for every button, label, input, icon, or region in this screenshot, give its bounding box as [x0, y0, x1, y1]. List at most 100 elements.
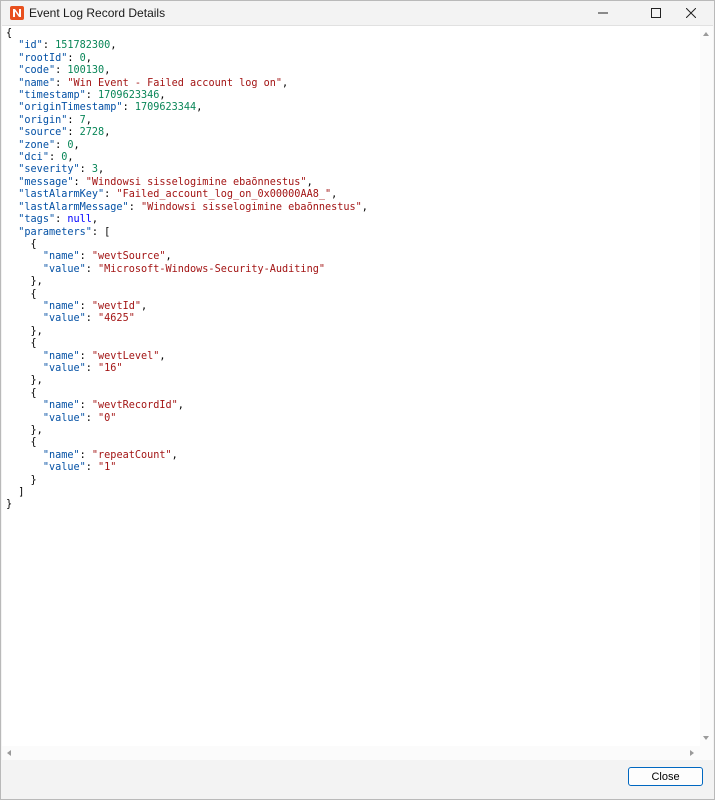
vertical-scrollbar[interactable] — [700, 26, 713, 746]
json-punctuation: , — [140, 300, 148, 312]
json-punctuation: : [ — [91, 226, 111, 238]
json-punctuation — [6, 53, 18, 64]
json-string-value: "Windowsi sisselogimine ebaõnnestus" — [140, 201, 362, 213]
json-punctuation: : — [85, 263, 99, 275]
json-key: "source" — [18, 127, 68, 139]
json-punctuation: , — [361, 201, 368, 213]
json-punctuation: , — [85, 114, 92, 126]
json-viewer[interactable]: { "id": 151782300, "rootId": 0, "code": … — [2, 25, 713, 760]
scroll-left-arrow-icon[interactable] — [7, 750, 11, 756]
json-punctuation: , — [67, 152, 74, 164]
json-punctuation — [6, 78, 18, 89]
title-bar[interactable]: Event Log Record Details — [1, 1, 714, 25]
json-punctuation — [6, 189, 18, 200]
json-punctuation — [6, 351, 43, 362]
json-punctuation: : — [79, 350, 92, 362]
scroll-up-arrow-icon[interactable] — [703, 32, 709, 36]
json-punctuation — [6, 227, 18, 238]
json-key: "severity" — [18, 164, 80, 176]
json-key: "originTimestamp" — [18, 102, 123, 114]
json-punctuation: }, — [6, 276, 43, 288]
json-punctuation: : — [85, 362, 99, 374]
dialog-footer: Close — [1, 761, 714, 799]
json-punctuation: , — [73, 139, 80, 151]
json-string-value: "wevtRecordId" — [91, 400, 178, 412]
json-key: "name" — [42, 300, 80, 312]
json-string-value: "Win Event - Failed account log on" — [67, 77, 283, 89]
json-punctuation: : — [122, 102, 135, 114]
json-punctuation: : — [79, 449, 92, 461]
json-number-value: 151782300 — [55, 40, 111, 52]
json-punctuation: : — [85, 313, 99, 325]
json-punctuation — [6, 202, 18, 213]
json-punctuation: { — [6, 28, 13, 39]
json-punctuation: : — [48, 152, 62, 164]
json-key: "value" — [42, 263, 86, 275]
json-key: "lastAlarmMessage" — [18, 201, 129, 213]
json-punctuation — [6, 140, 18, 151]
json-string-value: "1" — [98, 462, 117, 474]
json-punctuation: , — [85, 52, 92, 64]
json-punctuation: : — [85, 90, 99, 102]
json-key: "code" — [18, 65, 56, 77]
json-key: "value" — [42, 362, 86, 374]
horizontal-scrollbar[interactable] — [2, 746, 700, 760]
json-punctuation: { — [6, 338, 37, 350]
json-punctuation — [6, 264, 43, 275]
json-key: "name" — [42, 251, 80, 263]
json-key: "parameters" — [18, 226, 92, 238]
json-punctuation: , — [196, 102, 203, 114]
json-punctuation — [6, 251, 43, 262]
scroll-right-arrow-icon[interactable] — [690, 750, 694, 756]
json-punctuation: : — [79, 300, 92, 312]
scrollbar-corner — [700, 746, 713, 760]
json-punctuation: : — [104, 189, 117, 201]
json-string-value: "16" — [98, 362, 123, 374]
close-button[interactable]: Close — [628, 767, 703, 786]
json-string-value: "repeatCount" — [91, 449, 172, 461]
json-punctuation: , — [171, 449, 178, 461]
maximize-icon — [651, 8, 661, 18]
json-key: "lastAlarmKey" — [18, 189, 105, 201]
json-punctuation: , — [104, 65, 111, 77]
json-punctuation — [6, 127, 18, 138]
json-punctuation — [6, 413, 43, 424]
json-punctuation: , — [306, 176, 313, 188]
json-punctuation: }, — [6, 375, 43, 387]
json-punctuation: : — [79, 400, 92, 412]
json-number-value: 100130 — [67, 65, 105, 77]
close-window-button[interactable] — [669, 1, 713, 25]
json-punctuation: , — [159, 350, 166, 362]
event-log-record-details-window: Event Log Record Details { "id": 1517823… — [0, 0, 715, 800]
json-punctuation: { — [6, 387, 37, 399]
json-key: "dci" — [18, 152, 49, 164]
json-punctuation: , — [98, 164, 105, 176]
json-punctuation: : — [67, 127, 80, 139]
scroll-down-arrow-icon[interactable] — [703, 736, 709, 740]
json-key: "name" — [42, 400, 80, 412]
json-punctuation: } — [6, 474, 37, 486]
json-punctuation — [6, 115, 18, 126]
json-punctuation: , — [282, 77, 289, 89]
netxms-logo-icon — [10, 6, 24, 20]
json-punctuation — [6, 214, 18, 225]
json-key: "value" — [42, 462, 86, 474]
json-punctuation: : — [128, 201, 141, 213]
json-punctuation: }, — [6, 425, 43, 436]
json-string-value: "wevtLevel" — [91, 350, 160, 362]
json-key: "value" — [42, 412, 86, 424]
close-icon — [686, 8, 696, 18]
json-punctuation: { — [6, 437, 37, 449]
json-punctuation: : — [67, 52, 80, 64]
json-code-text[interactable]: { "id": 151782300, "rootId": 0, "code": … — [6, 28, 368, 512]
minimize-button[interactable] — [581, 1, 625, 25]
json-string-value: "Windowsi sisselogimine ebaõnnestus" — [85, 176, 307, 188]
json-punctuation: : — [55, 77, 68, 89]
json-punctuation: , — [104, 127, 111, 139]
json-string-value: "Microsoft-Windows-Security-Auditing" — [98, 263, 325, 275]
json-punctuation: : — [42, 40, 56, 52]
json-punctuation: } — [6, 499, 13, 511]
json-punctuation: ] — [6, 487, 25, 499]
json-string-value: "4625" — [98, 313, 135, 325]
json-punctuation: : — [79, 251, 92, 263]
